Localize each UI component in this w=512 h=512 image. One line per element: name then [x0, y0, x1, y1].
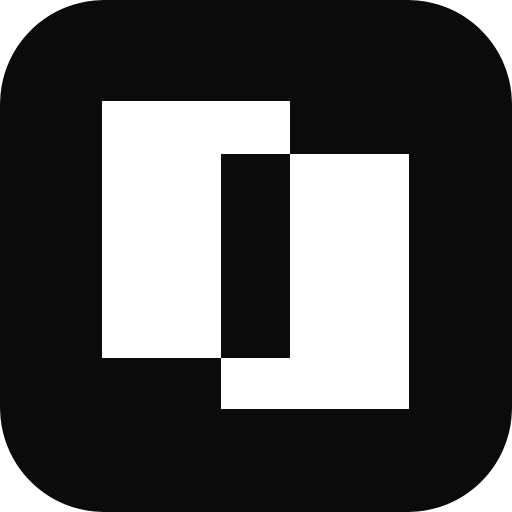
overlap-cutout-shape — [221, 154, 290, 358]
overlapping-rectangles-icon — [0, 0, 512, 512]
app-icon — [0, 0, 512, 512]
